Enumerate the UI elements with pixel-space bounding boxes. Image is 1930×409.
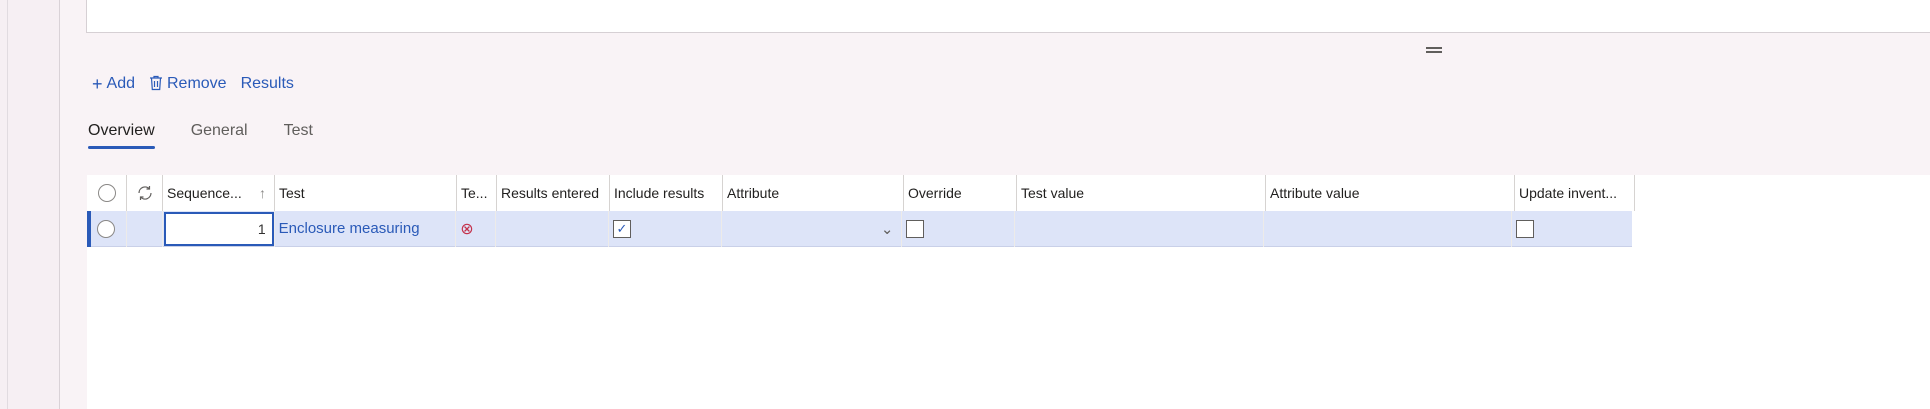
grid-header: Sequence... ↑ Test Te... Results entered … <box>87 175 1930 211</box>
results-entered-cell <box>496 210 609 247</box>
tab-overview[interactable]: Overview <box>88 122 155 149</box>
override-checkbox[interactable] <box>906 219 925 238</box>
column-header-test[interactable]: Test <box>275 175 457 211</box>
results-button[interactable]: Results <box>241 75 294 93</box>
trash-icon <box>149 75 163 93</box>
column-header-results-entered[interactable]: Results entered <box>497 175 610 211</box>
column-header-sequence[interactable]: Sequence... ↑ <box>163 175 275 211</box>
column-header-attribute[interactable]: Attribute <box>723 175 904 211</box>
test-cell[interactable]: Enclosure measuring <box>275 210 457 247</box>
add-label: Add <box>106 75 135 92</box>
error-circle-icon: ⊗ <box>460 220 474 238</box>
plus-icon: + <box>92 74 103 94</box>
splitter-handle[interactable] <box>1426 47 1442 54</box>
sequence-cell[interactable]: 1 <box>163 210 275 247</box>
table-row[interactable]: 1 Enclosure measuring ⊗ ✓ ⌄ <box>87 210 1632 247</box>
remove-label: Remove <box>166 75 227 92</box>
sequence-input[interactable]: 1 <box>163 211 274 246</box>
test-link[interactable]: Enclosure measuring <box>279 220 420 237</box>
refresh-icon[interactable] <box>127 175 163 211</box>
attribute-value-cell[interactable] <box>1264 210 1513 247</box>
left-rail <box>0 0 60 409</box>
attribute-cell[interactable]: ⌄ <box>722 210 903 247</box>
test-value-cell[interactable] <box>1015 210 1264 247</box>
update-inventory-checkbox[interactable] <box>1516 219 1535 238</box>
column-header-test-value[interactable]: Test value <box>1017 175 1266 211</box>
column-header-update-inventory[interactable]: Update invent... <box>1515 175 1635 211</box>
sort-ascending-icon: ↑ <box>259 185 266 201</box>
tab-strip: Overview General Test <box>88 122 313 149</box>
add-button[interactable]: + Add <box>92 75 135 93</box>
test-status-cell: ⊗ <box>456 210 497 247</box>
chevron-down-icon[interactable]: ⌄ <box>881 220 894 238</box>
include-results-cell: ✓ <box>609 210 722 247</box>
include-results-checkbox[interactable]: ✓ <box>613 219 631 238</box>
row-spacer <box>127 210 163 247</box>
override-cell <box>902 210 1016 247</box>
column-header-override[interactable]: Override <box>904 175 1017 211</box>
results-label: Results <box>240 75 294 92</box>
action-bar: + Add Remove Results <box>92 75 294 93</box>
select-all-radio[interactable] <box>87 175 127 211</box>
column-header-include-results[interactable]: Include results <box>610 175 723 211</box>
tests-grid: Sequence... ↑ Test Te... Results entered … <box>87 175 1930 409</box>
column-header-attribute-value[interactable]: Attribute value <box>1266 175 1515 211</box>
main-panel: + Add Remove Results Overview General Te… <box>60 0 1930 409</box>
tab-general[interactable]: General <box>191 122 248 149</box>
row-select-radio[interactable] <box>87 210 127 247</box>
column-header-test-status[interactable]: Te... <box>457 175 497 211</box>
remove-button[interactable]: Remove <box>149 75 227 93</box>
update-inventory-cell <box>1512 211 1632 247</box>
upper-panel <box>86 0 1930 33</box>
tab-test[interactable]: Test <box>284 122 313 149</box>
